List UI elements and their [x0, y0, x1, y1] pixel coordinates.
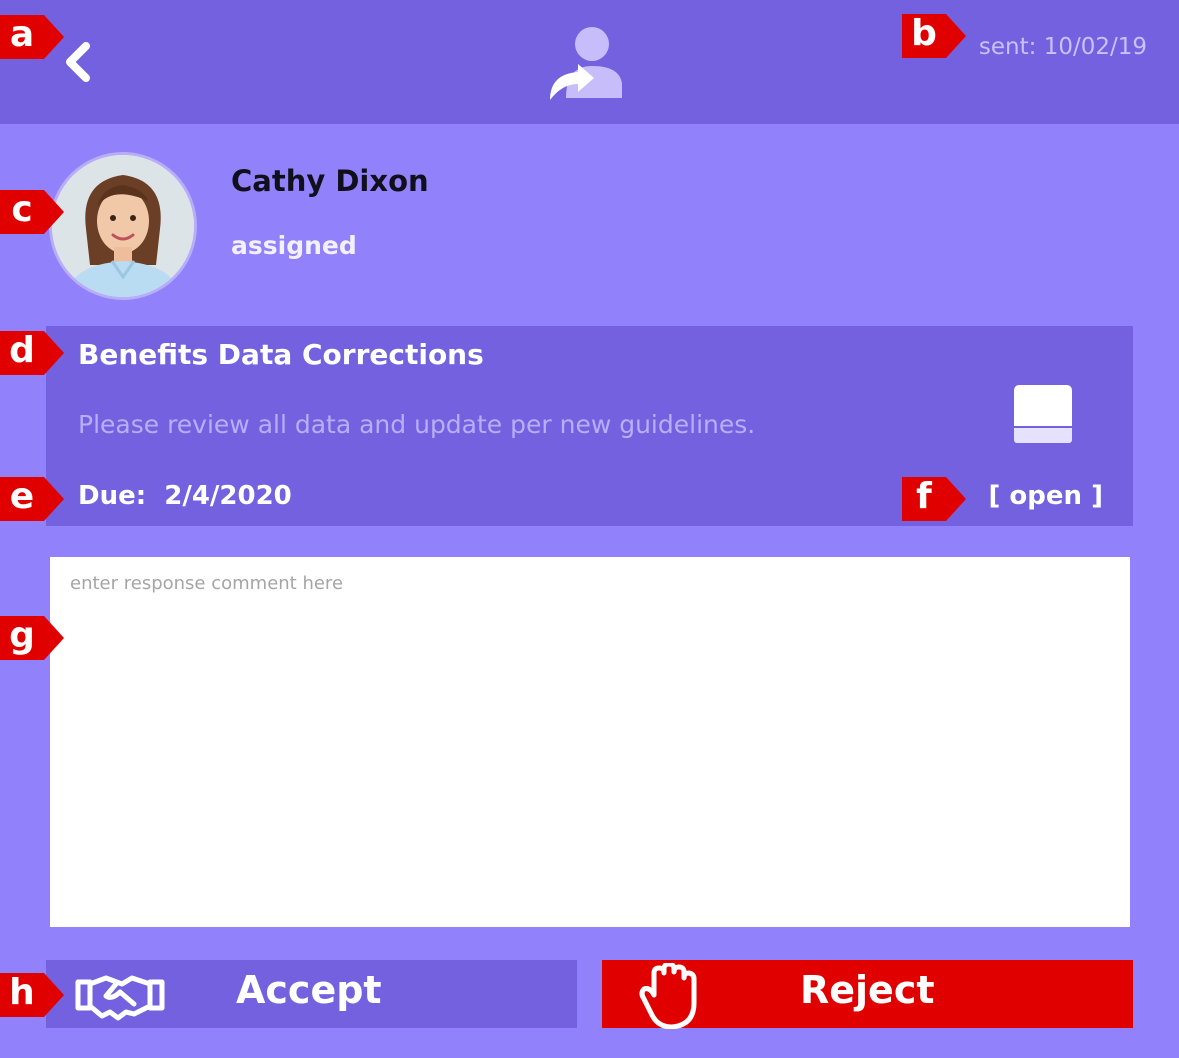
- sent-date: sent: 10/02/19: [978, 34, 1147, 60]
- marker-c: c: [0, 190, 64, 234]
- book-icon[interactable]: [1012, 383, 1074, 445]
- user-forward-icon: [550, 27, 622, 100]
- avatar-portrait: [52, 155, 194, 297]
- accept-button[interactable]: Accept: [46, 960, 577, 1028]
- due-date: Due: 2/4/2020: [78, 481, 292, 511]
- marker-g: g: [0, 616, 64, 660]
- handshake-icon: [75, 975, 165, 1021]
- accept-label: Accept: [236, 968, 382, 1012]
- marker-f: f: [902, 477, 966, 521]
- reject-button[interactable]: Reject: [602, 960, 1133, 1029]
- task-description: Please review all data and update per ne…: [78, 410, 756, 439]
- reject-label: Reject: [800, 968, 935, 1012]
- task-title: Benefits Data Corrections: [78, 338, 484, 371]
- marker-b: b: [902, 14, 966, 58]
- task-card: Benefits Data Corrections Please review …: [46, 326, 1133, 526]
- assignee-name: Cathy Dixon: [231, 164, 429, 198]
- response-comment-input[interactable]: [50, 557, 1130, 927]
- header-bar: sent: 10/02/19: [0, 0, 1179, 124]
- chevron-left-icon[interactable]: [58, 40, 98, 84]
- marker-e: e: [0, 477, 64, 521]
- marker-h: h: [0, 973, 64, 1017]
- raised-hand-icon: [639, 963, 697, 1029]
- marker-a: a: [0, 15, 64, 59]
- assignment-status: assigned: [231, 231, 357, 260]
- avatar: [49, 152, 197, 300]
- marker-d: d: [0, 331, 64, 375]
- task-status-link[interactable]: [ open ]: [989, 481, 1104, 511]
